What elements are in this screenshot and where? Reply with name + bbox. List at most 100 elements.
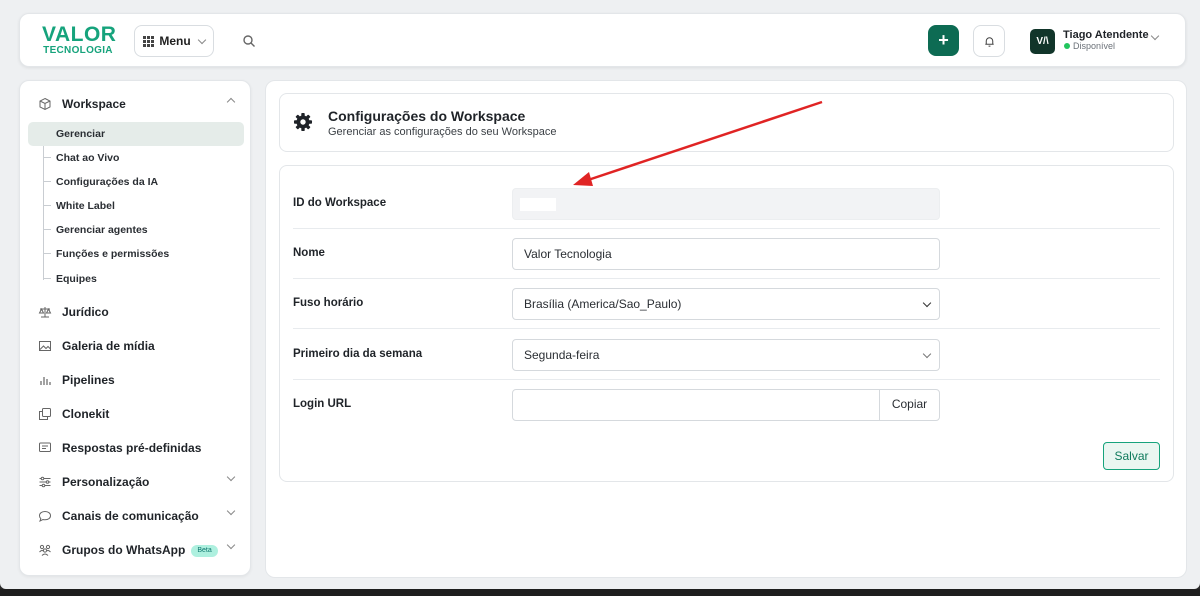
- chevron-up-icon[interactable]: [226, 97, 236, 107]
- workspace-settings-form: ID do Workspace Nome Valor Tecnologia Fu…: [279, 165, 1174, 482]
- first-day-select[interactable]: Segunda-feira: [512, 339, 940, 371]
- sidebar-item-galeria[interactable]: Galeria de mídia: [20, 336, 252, 356]
- sidebar-item-respostas[interactable]: Respostas pré-definidas: [20, 438, 252, 458]
- logo-text-bottom: TECNOLOGIA: [43, 45, 113, 56]
- app-window: VALOR TECNOLOGIA Menu + V/\ Tiago Atende…: [0, 0, 1200, 589]
- chevron-down-icon: [922, 349, 932, 359]
- chevron-down-icon[interactable]: [226, 506, 236, 516]
- page-subtitle: Gerenciar as configurações do seu Worksp…: [328, 126, 557, 138]
- sidebar-item-label: Pipelines: [62, 373, 115, 387]
- sidebar-item-label: Canais de comunicação: [62, 509, 199, 523]
- users-icon: [39, 544, 51, 556]
- main-content: Configurações do Workspace Gerenciar as …: [265, 80, 1187, 578]
- sidebar-subitem-gerenciar[interactable]: Gerenciar: [28, 122, 244, 146]
- sidebar-item-canais[interactable]: Canais de comunicação: [20, 506, 252, 526]
- image-icon: [39, 341, 51, 351]
- sidebar-subitem-configuracoes-ia[interactable]: Configurações da IA: [43, 170, 243, 194]
- name-label: Nome: [293, 247, 325, 259]
- sidebar-item-juridico[interactable]: Jurídico: [20, 302, 252, 322]
- subitem-label: Chat ao Vivo: [56, 152, 120, 164]
- chat-bubble-icon: [38, 510, 52, 523]
- chevron-down-icon: [197, 35, 206, 44]
- search-icon[interactable]: [242, 34, 256, 48]
- form-row-timezone: Fuso horário Brasília (America/Sao_Paulo…: [293, 279, 1160, 329]
- sidebar-item-grupos-whatsapp[interactable]: Grupos do WhatsApp Beta: [20, 540, 252, 560]
- sidebar-item-label: Galeria de mídia: [62, 339, 155, 353]
- subitem-label: Funções e permissões: [56, 248, 170, 260]
- cube-icon: [39, 97, 51, 111]
- sidebar-item-label: Grupos do WhatsApp Beta: [62, 543, 218, 557]
- sidebar-item-label: Personalização: [62, 475, 150, 489]
- status-dot: [1064, 43, 1070, 49]
- sidebar-subitem-chat-ao-vivo[interactable]: Chat ao Vivo: [43, 146, 243, 170]
- sidebar-item-label: Jurídico: [62, 305, 109, 319]
- subitem-label: Gerenciar: [56, 128, 106, 140]
- menu-label: Menu: [159, 34, 191, 48]
- timezone-select[interactable]: Brasília (America/Sao_Paulo): [512, 288, 940, 320]
- grupos-label: Grupos do WhatsApp: [62, 543, 186, 557]
- sidebar-item-personalizacao[interactable]: Personalização: [20, 472, 252, 492]
- tree-branch: [43, 157, 51, 158]
- sidebar-subitem-gerenciar-agentes[interactable]: Gerenciar agentes: [43, 218, 243, 242]
- status-label: Disponível: [1073, 41, 1116, 51]
- chevron-down-icon[interactable]: [226, 540, 236, 550]
- os-taskbar-strip: [0, 589, 1200, 596]
- user-name[interactable]: Tiago Atendente: [1063, 29, 1149, 41]
- copy-icon: [39, 408, 51, 420]
- grid-icon: [143, 35, 155, 47]
- sidebar-item-workspace[interactable]: Workspace: [20, 94, 252, 114]
- login-url-label: Login URL: [293, 398, 352, 410]
- notifications-button[interactable]: [973, 25, 1005, 57]
- workspace-id-label: ID do Workspace: [293, 197, 387, 209]
- user-menu-chevron-icon[interactable]: [1150, 31, 1160, 41]
- bell-icon: [984, 36, 994, 47]
- top-header: VALOR TECNOLOGIA Menu + V/\ Tiago Atende…: [19, 13, 1186, 67]
- user-status: Disponível: [1064, 41, 1115, 51]
- tree-branch: [43, 205, 51, 206]
- chevron-down-icon: [922, 298, 932, 308]
- menu-button[interactable]: Menu: [134, 25, 214, 57]
- sidebar-item-label: Respostas pré-definidas: [62, 441, 202, 455]
- save-button[interactable]: Salvar: [1103, 442, 1160, 470]
- logo-text-top: VALOR: [42, 23, 117, 46]
- form-row-workspace-id: ID do Workspace: [293, 179, 1160, 229]
- beta-badge: Beta: [191, 544, 218, 557]
- form-row-name: Nome Valor Tecnologia: [293, 229, 1160, 279]
- bar-chart-icon: [40, 377, 51, 385]
- redacted-value: [520, 198, 556, 211]
- timezone-label: Fuso horário: [293, 297, 364, 309]
- avatar[interactable]: V/\: [1030, 29, 1055, 54]
- sidebar-item-label: Clonekit: [62, 407, 110, 421]
- subitem-label: Equipes: [56, 273, 97, 285]
- sliders-icon: [39, 476, 51, 488]
- login-url-field[interactable]: Copiar: [512, 389, 940, 421]
- sidebar-item-clonekit[interactable]: Clonekit: [20, 404, 252, 424]
- tree-branch: [43, 181, 51, 182]
- copy-button[interactable]: Copiar: [879, 389, 939, 421]
- first-day-label: Primeiro dia da semana: [293, 348, 423, 360]
- sidebar-subitem-equipes[interactable]: Equipes: [43, 267, 243, 291]
- page-header-card: Configurações do Workspace Gerenciar as …: [279, 93, 1174, 152]
- sidebar-item-label: Workspace: [62, 97, 126, 111]
- tree-branch: [43, 253, 51, 254]
- first-day-value: Segunda-feira: [524, 348, 600, 362]
- message-icon: [39, 442, 51, 452]
- name-input[interactable]: Valor Tecnologia: [512, 238, 940, 270]
- sidebar-subitem-white-label[interactable]: White Label: [43, 194, 243, 218]
- chevron-down-icon[interactable]: [226, 472, 236, 482]
- sidebar: Workspace Gerenciar Chat ao Vivo Configu…: [19, 80, 251, 576]
- subitem-label: Gerenciar agentes: [56, 224, 148, 236]
- subitem-label: White Label: [56, 200, 115, 212]
- tree-branch: [43, 278, 51, 279]
- gear-icon: [294, 113, 312, 131]
- workspace-id-field[interactable]: [512, 188, 940, 220]
- sidebar-item-pipelines[interactable]: Pipelines: [20, 370, 252, 390]
- scale-icon: [38, 307, 52, 318]
- brand-logo[interactable]: VALOR TECNOLOGIA: [42, 23, 117, 56]
- form-row-login-url: Login URL Copiar: [293, 380, 1160, 430]
- tree-branch: [43, 229, 51, 230]
- subitem-label: Configurações da IA: [56, 176, 159, 188]
- sidebar-subitem-funcoes-permissoes[interactable]: Funções e permissões: [43, 242, 243, 266]
- timezone-value: Brasília (America/Sao_Paulo): [524, 297, 682, 311]
- add-button[interactable]: +: [928, 25, 959, 56]
